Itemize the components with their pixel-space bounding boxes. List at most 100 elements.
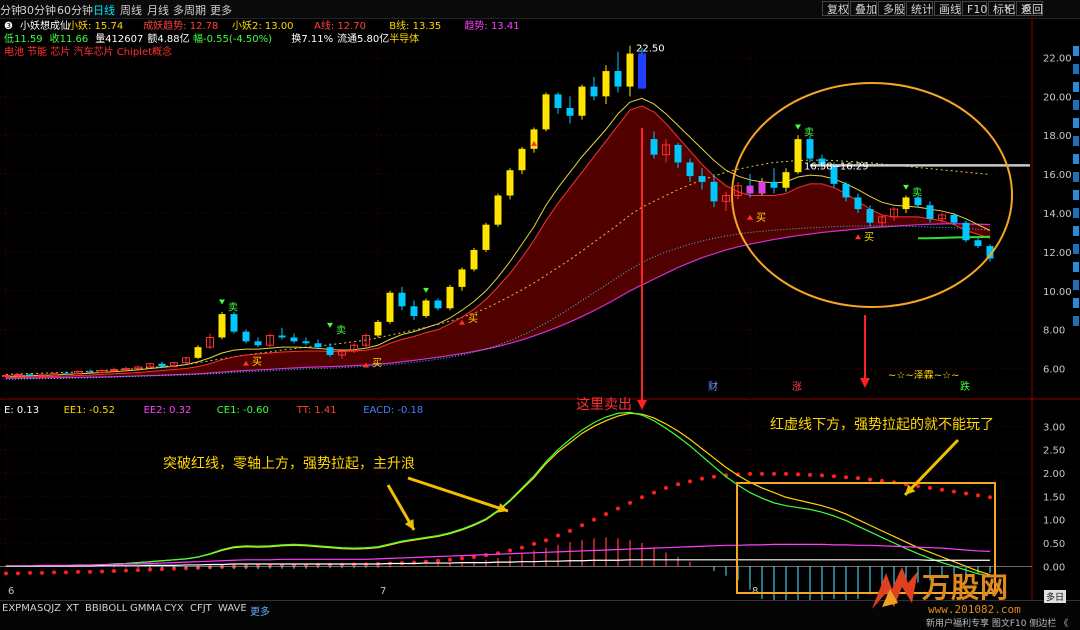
sub-y-tick-label: 2.50 <box>1043 446 1065 457</box>
candle-body <box>290 337 298 342</box>
candle-body <box>326 347 334 355</box>
sell-arrow-icon <box>219 299 225 305</box>
chart-annotation: 22.50 <box>636 44 665 55</box>
chart-annotation: 卖 <box>912 187 922 199</box>
indicator-tab[interactable]: 更多 <box>250 603 270 618</box>
quote-value: 额4.88亿 <box>147 32 189 45</box>
y-tick-label: 10.00 <box>1043 287 1072 298</box>
chart-area: 6.00 8.00 10.00 12.00 14.00 16.00 18.00 20.00 22… <box>0 18 1080 600</box>
toolbar-button[interactable]: 多股 <box>878 1 905 16</box>
chart-annotation: 买 <box>372 358 382 370</box>
toolbar-button[interactable]: 统计 <box>906 1 933 16</box>
sidebar-icon[interactable] <box>1073 208 1079 218</box>
x-date-label: 8 <box>752 586 758 597</box>
candle-body <box>374 321 382 336</box>
sub-y-tick-label: 1.50 <box>1043 492 1065 503</box>
tt-dot <box>832 474 836 479</box>
close-icon[interactable]: ✕ <box>1003 2 1012 15</box>
y-tick-label: 18.00 <box>1043 131 1072 142</box>
toolbar-button[interactable]: 画线 <box>934 1 961 16</box>
candle-body <box>782 172 790 188</box>
tt-dot <box>964 491 968 496</box>
indicator-tab[interactable]: CFJT <box>190 603 212 614</box>
candle-body <box>626 53 634 87</box>
candle-body-magenta <box>758 181 766 194</box>
sell-here-label: 这里卖出 <box>576 396 632 413</box>
candle-body <box>122 368 130 371</box>
candle-body <box>14 373 22 376</box>
sidebar-icon[interactable] <box>1073 226 1079 236</box>
sell-arrow-icon <box>795 124 801 130</box>
line-green-flat <box>918 235 991 240</box>
period-tab[interactable]: 月线 <box>147 2 169 18</box>
indicator-tab[interactable]: WAVE <box>218 603 247 614</box>
candle-body <box>566 108 574 116</box>
candle-body <box>422 300 430 317</box>
tt-dot <box>580 523 584 528</box>
candle-body <box>518 148 526 171</box>
tt-dot <box>976 493 980 498</box>
y-tick-label: 16.00 <box>1043 170 1072 181</box>
candle-body <box>254 341 262 346</box>
toolbar-button[interactable]: 复权 <box>822 1 849 16</box>
quote-value: 幅-0.55(-4.50%) <box>193 32 272 45</box>
indicator-tab[interactable]: SQJZ <box>37 603 61 614</box>
sidebar-icon[interactable] <box>1073 316 1079 326</box>
candle-body <box>2 374 10 377</box>
sidebar-icon[interactable] <box>1073 154 1079 164</box>
y-tick-label: 14.00 <box>1043 209 1072 220</box>
sub-y-tick-label: 0.00 <box>1043 562 1065 573</box>
y-tick-label: 12.00 <box>1043 248 1072 259</box>
period-tab[interactable]: 日线 <box>93 2 115 18</box>
sidebar-icon[interactable] <box>1073 244 1079 254</box>
quote-value: 半导体 <box>389 32 419 45</box>
candle-body <box>578 86 586 116</box>
sidebar-icon[interactable] <box>1073 82 1079 92</box>
watermark-ad-bar[interactable]: 新用户福利专享 图文F10 侧边栏 《 <box>926 616 1068 629</box>
sidebar-icon[interactable] <box>1073 172 1079 182</box>
candle-body <box>950 214 958 223</box>
toolbar-button[interactable]: F10 <box>962 1 987 16</box>
candle-body <box>62 373 70 375</box>
sidebar-icon[interactable] <box>1073 46 1079 56</box>
chart-annotation: 卖 <box>228 301 238 313</box>
period-tab[interactable]: 多周期 <box>173 2 206 18</box>
warning-label: 红虚线下方，强势拉起的就不能玩了 <box>770 417 994 433</box>
sidebar-icon[interactable] <box>1073 100 1079 110</box>
period-tab[interactable]: 更多 <box>210 2 232 18</box>
sidebar-icon[interactable] <box>1073 64 1079 74</box>
sidebar-icon[interactable] <box>1073 280 1079 290</box>
tt-dot <box>652 490 656 495</box>
tt-dot <box>136 568 140 573</box>
indicator-tab[interactable]: BBIBOLL <box>85 603 127 614</box>
period-tab[interactable]: 周线 <box>120 2 142 18</box>
indicator-tab[interactable]: GMMA <box>130 603 162 614</box>
tt-dot <box>616 506 620 511</box>
indicator-tab[interactable]: EXPMA <box>2 603 37 614</box>
toolbar-button[interactable]: 叠加 <box>850 1 877 16</box>
gear-icon[interactable]: ⚙ <box>1022 2 1032 15</box>
x-date-label: 6 <box>8 586 14 597</box>
tt-dot <box>808 472 812 477</box>
chart-annotation: 买 <box>756 212 766 224</box>
sidebar-icon[interactable] <box>1073 118 1079 128</box>
watermark-corner-tag[interactable]: 多日 <box>1044 590 1067 603</box>
candle-body <box>698 176 706 182</box>
sidebar-icon[interactable] <box>1073 190 1079 200</box>
tt-dot <box>100 569 104 574</box>
tt-dot <box>628 500 632 505</box>
sub-y-tick-label: 3.00 <box>1043 422 1065 433</box>
sub-header-value: EACD: -0.18 <box>363 405 423 416</box>
sidebar-icon[interactable] <box>1073 136 1079 146</box>
sidebar-icon[interactable] <box>1073 298 1079 308</box>
period-tab[interactable]: 60分钟 <box>57 2 93 18</box>
tt-dot <box>76 569 80 574</box>
candle-body <box>398 292 406 307</box>
period-tab[interactable]: 分钟 <box>0 2 22 18</box>
watermark-title: 万股网 <box>922 571 1010 604</box>
period-tab[interactable]: 30分钟 <box>20 2 56 18</box>
indicator-tab[interactable]: CYX <box>164 603 184 614</box>
indicator-tab[interactable]: XT <box>66 603 79 614</box>
candle-body <box>302 341 310 344</box>
sidebar-icon[interactable] <box>1073 262 1079 272</box>
